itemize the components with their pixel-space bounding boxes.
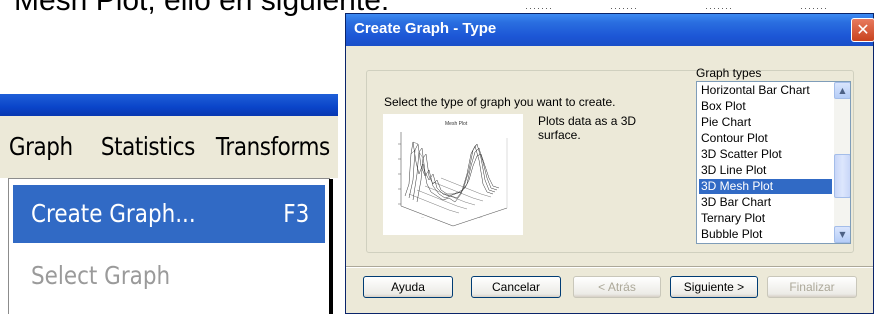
svg-text:...: ... [421, 215, 424, 219]
graph-type-option-selected[interactable]: 3D Mesh Plot [699, 179, 832, 194]
dialog-title: Create Graph - Type [354, 20, 497, 37]
menu-item-shortcut: F3 [282, 199, 309, 228]
next-button[interactable]: Siguiente > [670, 276, 758, 298]
graph-types-listbox[interactable]: Horizontal Bar Chart Box Plot Pie Chart … [696, 81, 851, 244]
scrollbar-thumb[interactable] [834, 154, 850, 198]
graph-type-option[interactable]: Contour Plot [699, 131, 832, 146]
graph-type-option[interactable]: 3D Bar Chart [699, 195, 832, 210]
menu-item-label: Select Graph [31, 261, 171, 290]
scroll-down-arrow-icon[interactable]: ▼ [834, 226, 850, 243]
app-title-bar [0, 94, 338, 116]
menu-transforms[interactable]: Transforms [209, 123, 337, 171]
slide-caption: Mesh Plot, ello en siguiente: [14, 0, 390, 17]
menu-statistics[interactable]: Statistics [94, 123, 202, 171]
button-separator [346, 266, 873, 268]
menu-item-label: Create Graph... [31, 199, 196, 228]
menu-screenshot: Graph Statistics Transforms Create Graph… [0, 94, 338, 314]
menu-graph[interactable]: Graph [2, 123, 80, 171]
back-button[interactable]: < Atrás [573, 276, 661, 298]
graph-type-option[interactable]: Pie Chart [699, 115, 832, 130]
graph-dropdown-menu: Create Graph... F3 Select Graph [8, 178, 333, 314]
background-dots: ······· [525, 3, 553, 13]
preview-title: Mesh Plot [445, 121, 468, 127]
graph-type-option[interactable]: Horizontal Bar Chart [699, 83, 832, 98]
graph-type-option[interactable]: Bubble Plot [699, 227, 832, 242]
menu-item-select-graph[interactable]: Select Graph [13, 247, 325, 305]
menu-item-create-graph[interactable]: Create Graph... F3 [13, 185, 325, 243]
mesh-plot-preview: Mesh Plot ... ... [383, 114, 523, 235]
graph-preview-image: Mesh Plot ... ... [383, 114, 523, 235]
graph-type-option[interactable]: Ternary Plot [699, 211, 832, 226]
close-icon[interactable]: ✕ [851, 18, 874, 42]
dialog-prompt: Select the type of graph you want to cre… [384, 95, 616, 109]
background-dots: ······· [800, 3, 828, 13]
help-button[interactable]: Ayuda [363, 276, 453, 298]
graph-type-option[interactable]: Box Plot [699, 99, 832, 114]
menu-bar: Graph Statistics Transforms [0, 116, 338, 178]
cancel-button[interactable]: Cancelar [471, 276, 561, 298]
background-dots: ······· [705, 3, 733, 13]
graph-type-description: Plots data as a 3D surface. [538, 114, 637, 142]
finish-button[interactable]: Finalizar [767, 276, 857, 298]
scroll-up-arrow-icon[interactable]: ▲ [834, 82, 850, 99]
graph-type-option[interactable]: 3D Scatter Plot [699, 147, 832, 162]
dialog-title-bar[interactable]: Create Graph - Type ✕ [346, 14, 874, 46]
graph-types-label: Graph types [696, 66, 762, 80]
listbox-scrollbar[interactable]: ▲ ▼ [834, 82, 850, 243]
window-edge [329, 179, 333, 314]
graph-type-option[interactable]: 3D Line Plot [699, 163, 832, 178]
svg-text:...: ... [479, 215, 482, 219]
background-dots: ······· [610, 3, 638, 13]
create-graph-dialog: Create Graph - Type ✕ Select the type of… [345, 13, 874, 314]
